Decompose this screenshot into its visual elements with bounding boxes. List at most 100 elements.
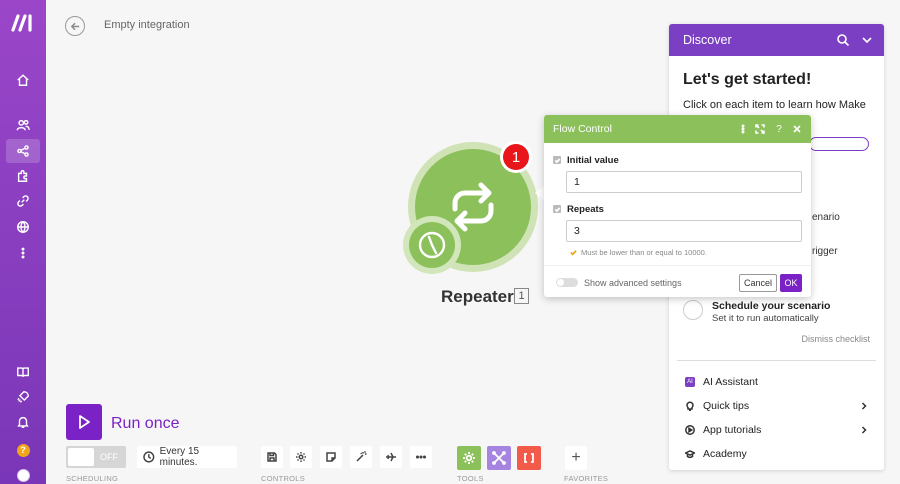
scenario-title[interactable]: Empty integration [104, 19, 190, 31]
sidebar-item-whats-new[interactable] [6, 385, 40, 409]
save-button[interactable] [261, 446, 283, 468]
floppy-icon [267, 452, 277, 462]
gear-icon [463, 452, 475, 464]
menu-label: Academy [703, 448, 747, 460]
tool-flow-control[interactable] [457, 446, 481, 470]
schedule-setting[interactable]: Every 15 minutes. [137, 446, 237, 468]
cancel-button[interactable]: Cancel [739, 274, 777, 292]
checklist-schedule-subtitle: Set it to run automatically [712, 313, 819, 324]
brackets-icon [524, 453, 534, 463]
more-horizontal-icon [415, 455, 427, 459]
schedule-clock[interactable] [409, 222, 455, 268]
advanced-settings-toggle[interactable] [556, 278, 578, 287]
module-name[interactable]: Repeater [441, 287, 514, 307]
sidebar-item-help[interactable]: ? [6, 438, 40, 462]
check-mark-icon [570, 250, 577, 256]
repeats-input[interactable]: 3 [566, 220, 802, 242]
more-vertical-icon [741, 124, 745, 134]
rocket-icon [17, 391, 29, 403]
discover-subtitle: Click on each item to learn how Make [683, 99, 866, 111]
dismiss-checklist-link[interactable]: Dismiss checklist [801, 334, 870, 344]
dialog-expand-button[interactable] [754, 123, 766, 135]
menu-label: AI Assistant [703, 376, 758, 388]
dialog-help-button[interactable]: ? [773, 123, 785, 135]
repeats-hint: Must be lower than or equal to 10000. [570, 248, 707, 257]
initial-value-checkbox[interactable] [553, 156, 561, 164]
discover-title: Let's get started! [683, 71, 812, 88]
toggle-knob [68, 448, 94, 466]
discover-divider [677, 360, 876, 361]
arrow-left-icon [70, 22, 79, 30]
menu-quick-tips[interactable]: Quick tips [685, 398, 869, 414]
sidebar-item-notifications[interactable] [6, 410, 40, 434]
avatar [16, 468, 30, 482]
advanced-settings-label[interactable]: Show advanced settings [584, 278, 682, 288]
checklist-item-fragment[interactable]: enario [812, 212, 840, 223]
checklist-item-fragment[interactable]: rigger [812, 246, 838, 257]
menu-academy[interactable]: Academy [685, 446, 869, 462]
repeats-checkbox[interactable] [553, 205, 561, 213]
sidebar: ? [0, 0, 46, 484]
explain-flow-button[interactable] [380, 446, 402, 468]
repeats-label: Repeats [567, 204, 604, 215]
flow-control-dialog: Flow Control ? Initial value 1 Repeats 3… [544, 115, 811, 297]
make-logo-icon[interactable] [11, 12, 35, 32]
tool-iterator[interactable] [487, 446, 511, 470]
book-icon [17, 367, 29, 377]
ok-button[interactable]: OK [780, 274, 802, 292]
sidebar-item-webhooks[interactable] [6, 215, 40, 239]
section-label-tools: TOOLS [457, 474, 484, 483]
schedule-check-circle[interactable] [683, 300, 703, 320]
dialog-close-button[interactable] [791, 123, 803, 135]
settings-button[interactable] [290, 446, 312, 468]
discover-header: Discover [669, 24, 884, 56]
add-favorite-button[interactable]: + [565, 446, 587, 470]
chevron-right-icon [861, 402, 867, 410]
flow-control-title: Flow Control [553, 123, 612, 135]
initial-value-input[interactable]: 1 [566, 171, 802, 193]
module-id: 1 [514, 288, 529, 304]
sidebar-item-connections[interactable] [6, 189, 40, 213]
play-icon [79, 415, 90, 429]
more-vertical-icon [21, 247, 25, 259]
run-once-button[interactable] [66, 404, 102, 440]
toggle-label: OFF [100, 452, 118, 462]
schedule-label: Every 15 minutes. [159, 446, 200, 468]
menu-app-tutorials[interactable]: App tutorials [685, 422, 869, 438]
auto-align-button[interactable] [350, 446, 372, 468]
checklist-progress [809, 137, 869, 151]
sidebar-item-scenarios[interactable] [6, 139, 40, 163]
discover-collapse-button[interactable] [860, 33, 874, 47]
cross-arrows-icon [492, 451, 506, 465]
repeater-module[interactable]: 1 [403, 140, 545, 280]
play-circle-icon [685, 425, 695, 435]
check-icon [554, 206, 560, 212]
menu-ai-assistant[interactable]: AI AI Assistant [685, 374, 869, 390]
ai-icon: AI [685, 377, 695, 387]
back-button[interactable] [65, 16, 85, 36]
checklist-schedule-title[interactable]: Schedule your scenario [712, 300, 830, 312]
clock-icon [143, 451, 155, 463]
dialog-pointer [535, 186, 544, 200]
dialog-menu-button[interactable] [737, 123, 749, 135]
sidebar-item-docs[interactable] [6, 360, 40, 384]
sidebar-item-home[interactable] [6, 68, 40, 92]
discover-search-button[interactable] [836, 33, 850, 47]
operations-count: 1 [503, 144, 529, 170]
more-controls-button[interactable] [410, 446, 432, 468]
scheduling-toggle[interactable]: OFF [66, 446, 126, 468]
sidebar-item-team[interactable] [6, 113, 40, 137]
sidebar-item-profile[interactable] [6, 463, 40, 484]
initial-value-label: Initial value [567, 155, 619, 166]
operations-badge[interactable]: 1 [500, 141, 532, 173]
sidebar-item-more[interactable] [6, 241, 40, 265]
dialog-divider [544, 265, 811, 266]
chevron-right-icon [861, 426, 867, 434]
chevron-down-icon [862, 37, 872, 44]
run-once-label[interactable]: Run once [111, 415, 180, 433]
hint-text: Must be lower than or equal to 10000. [581, 248, 707, 257]
discover-header-title: Discover [683, 33, 732, 47]
sidebar-item-apps[interactable] [6, 164, 40, 188]
notes-button[interactable] [320, 446, 342, 468]
tool-json[interactable] [517, 446, 541, 470]
